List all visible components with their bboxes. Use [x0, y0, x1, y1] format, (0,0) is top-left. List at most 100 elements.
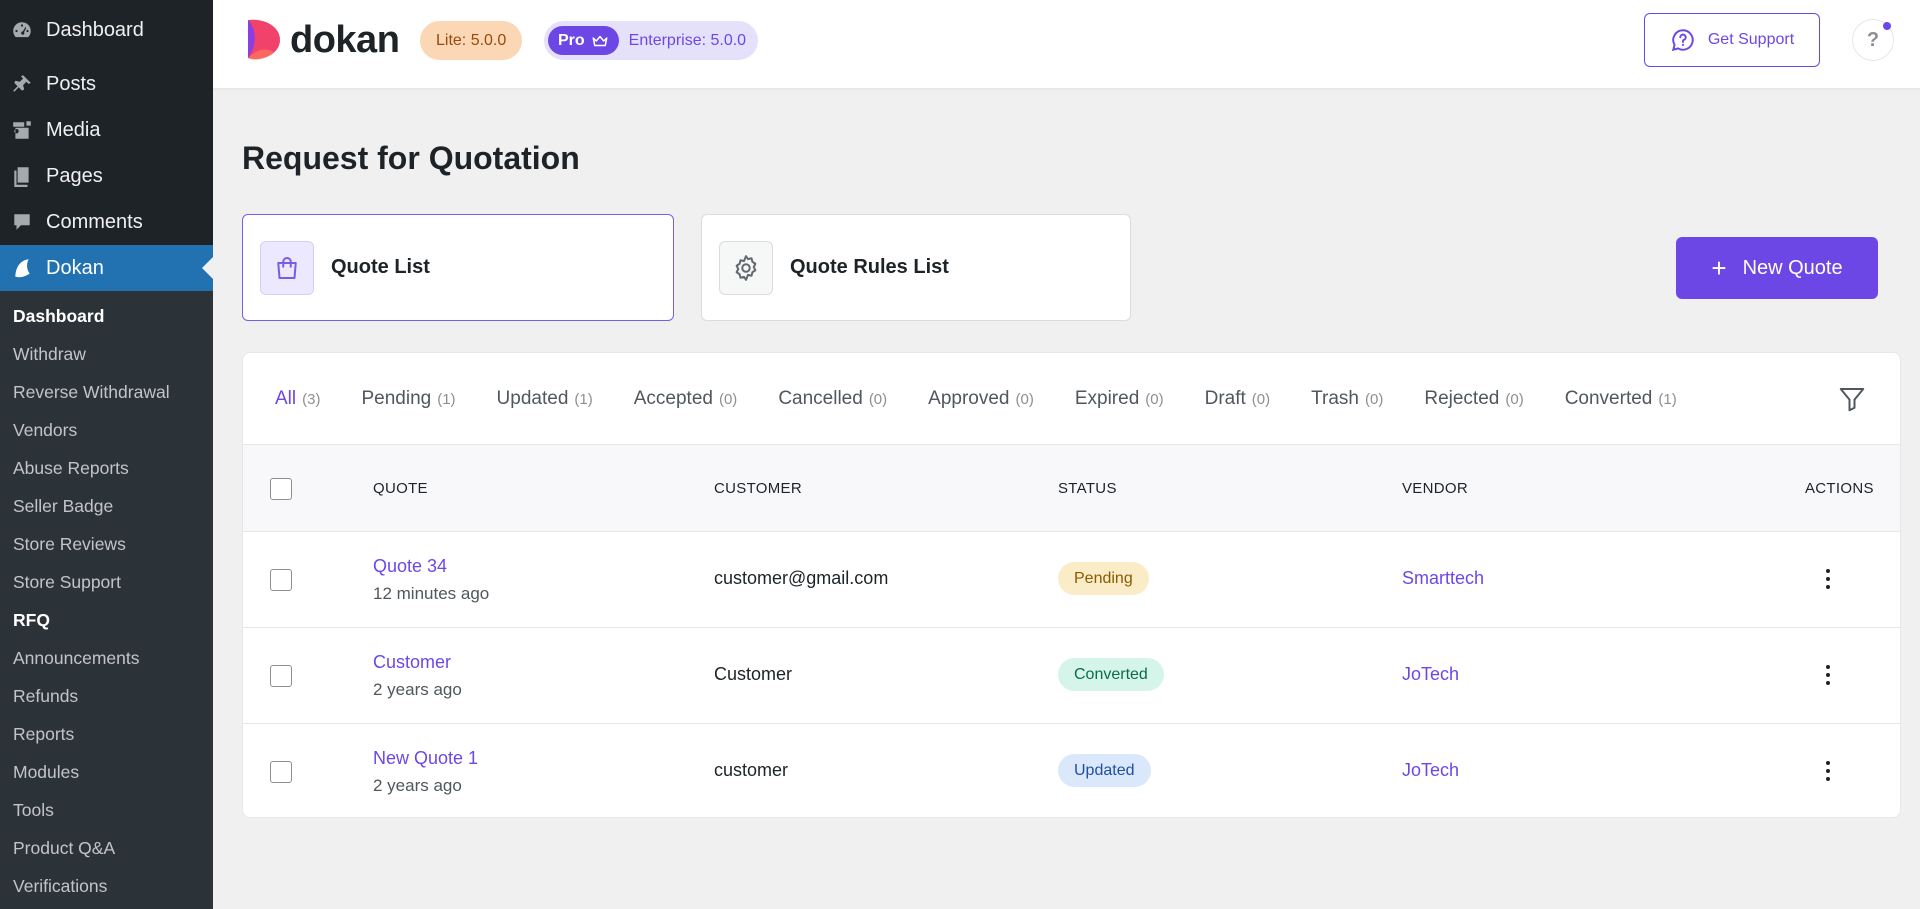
dokan-logo-icon: [244, 18, 282, 62]
enterprise-badge: Enterprise: 5.0.0: [628, 31, 747, 49]
notification-dot: [1883, 22, 1891, 30]
new-quote-label: New Quote: [1742, 256, 1843, 279]
submenu-item-announcements[interactable]: Announcements: [0, 639, 213, 677]
menu-label: Posts: [46, 72, 97, 95]
submenu-item-reverse-withdrawal[interactable]: Reverse Withdrawal: [0, 373, 213, 411]
column-header-actions: ACTIONS: [1805, 480, 1874, 497]
status-badge: Updated: [1058, 754, 1151, 787]
status-filter-rejected[interactable]: Rejected (0): [1424, 388, 1523, 410]
pro-version-badge: Pro Enterprise: 5.0.0: [544, 21, 759, 60]
dokan-logo: dokan: [244, 18, 400, 62]
menu-item-dashboard[interactable]: Dashboard: [0, 0, 213, 61]
status-filter-approved[interactable]: Approved (0): [928, 388, 1034, 410]
help-button[interactable]: ?: [1852, 19, 1894, 61]
column-header-vendor: VENDOR: [1402, 480, 1468, 497]
submenu-item-reports[interactable]: Reports: [0, 715, 213, 753]
lite-version-badge: Lite: 5.0.0: [420, 21, 523, 60]
submenu-item-product-qa[interactable]: Product Q&A: [0, 829, 213, 867]
tab-quote-rules-list[interactable]: Quote Rules List: [701, 214, 1131, 321]
quote-title-link[interactable]: New Quote 1: [373, 748, 478, 769]
comments-icon: [10, 210, 34, 234]
quote-time: 2 years ago: [373, 680, 462, 699]
gear-icon: [719, 240, 773, 295]
menu-item-media[interactable]: Media: [0, 107, 213, 153]
plus-icon: +: [1711, 253, 1727, 283]
admin-sidebar: Dashboard Posts Media Pages Comments Dok…: [0, 0, 213, 909]
table-row: Quote 34 12 minutes ago customer@gmail.c…: [243, 532, 1900, 628]
filter-icon[interactable]: [1837, 384, 1867, 414]
pro-badge: Pro: [548, 26, 619, 55]
column-header-quote: QUOTE: [373, 480, 428, 497]
row-checkbox[interactable]: [270, 569, 292, 591]
question-mark-icon: ?: [1866, 28, 1880, 51]
status-filter-converted[interactable]: Converted (1): [1565, 388, 1677, 410]
get-support-button[interactable]: Get Support: [1644, 13, 1820, 67]
table-header: QUOTE CUSTOMER STATUS VENDOR ACTIONS: [243, 444, 1900, 532]
submenu-item-verifications[interactable]: Verifications: [0, 867, 213, 905]
quote-customer: customer: [714, 760, 789, 780]
new-quote-button[interactable]: + New Quote: [1676, 237, 1878, 299]
quote-time: 12 minutes ago: [373, 584, 490, 603]
media-icon: [10, 118, 34, 142]
page-title: Request for Quotation: [242, 140, 580, 176]
vendor-link[interactable]: JoTech: [1402, 760, 1459, 781]
column-header-status: STATUS: [1058, 480, 1117, 497]
status-badge: Converted: [1058, 658, 1164, 691]
submenu-item-store-support[interactable]: Store Support: [0, 563, 213, 601]
menu-label: Media: [46, 118, 101, 141]
vendor-link[interactable]: JoTech: [1402, 664, 1459, 685]
status-filter-draft[interactable]: Draft (0): [1205, 388, 1271, 410]
submenu-item-refunds[interactable]: Refunds: [0, 677, 213, 715]
column-header-customer: CUSTOMER: [714, 480, 802, 497]
quotes-panel: All (3) Pending (1) Updated (1) Accepted (0)…: [242, 352, 1901, 818]
select-all-checkbox[interactable]: [270, 478, 292, 500]
submenu-item-tools[interactable]: Tools: [0, 791, 213, 829]
menu-item-posts[interactable]: Posts: [0, 61, 213, 107]
menu-item-comments[interactable]: Comments: [0, 199, 213, 245]
tab-label: Quote Rules List: [790, 256, 949, 278]
submenu-item-rfq[interactable]: RFQ: [0, 601, 213, 639]
pages-icon: [10, 164, 34, 188]
pin-icon: [10, 72, 34, 96]
submenu-item-modules[interactable]: Modules: [0, 753, 213, 791]
quote-customer: Customer: [714, 664, 793, 684]
tab-quote-list[interactable]: Quote List: [242, 214, 674, 321]
quote-title-link[interactable]: Quote 34: [373, 556, 447, 577]
submenu-item-seller-badge[interactable]: Seller Badge: [0, 487, 213, 525]
menu-label: Dashboard: [46, 19, 144, 41]
submenu-item-withdraw[interactable]: Withdraw: [0, 335, 213, 373]
crown-icon: [592, 35, 608, 46]
more-actions-icon[interactable]: [1813, 660, 1843, 690]
row-checkbox[interactable]: [270, 761, 292, 783]
quote-customer: customer@gmail.com: [714, 568, 889, 588]
submenu-item-vendors[interactable]: Vendors: [0, 411, 213, 449]
status-filter-expired[interactable]: Expired (0): [1075, 388, 1164, 410]
pro-label: Pro: [558, 31, 585, 49]
row-checkbox[interactable]: [270, 665, 292, 687]
quote-time: 2 years ago: [373, 776, 462, 795]
status-filter-accepted[interactable]: Accepted (0): [634, 388, 738, 410]
vendor-link[interactable]: Smarttech: [1402, 568, 1484, 589]
submenu-item-dashboard[interactable]: Dashboard: [0, 297, 213, 335]
table-row: Customer 2 years ago Customer Converted …: [243, 628, 1900, 724]
menu-item-pages[interactable]: Pages: [0, 153, 213, 199]
submenu-item-abuse-reports[interactable]: Abuse Reports: [0, 449, 213, 487]
menu-label: Comments: [46, 210, 143, 233]
status-filter-cancelled[interactable]: Cancelled (0): [778, 388, 887, 410]
quote-title-link[interactable]: Customer: [373, 652, 451, 673]
status-filter-updated[interactable]: Updated (1): [497, 388, 593, 410]
table-row: New Quote 1 2 years ago customer Updated…: [243, 724, 1900, 817]
more-actions-icon[interactable]: [1813, 564, 1843, 594]
tab-label: Quote List: [331, 256, 430, 278]
status-filter-pending[interactable]: Pending (1): [361, 388, 455, 410]
status-filter-bar: All (3) Pending (1) Updated (1) Accepted (0)…: [243, 353, 1900, 444]
menu-label: Pages: [46, 164, 103, 187]
status-filter-all[interactable]: All (3): [275, 388, 320, 410]
bag-icon: [260, 240, 314, 295]
dokan-submenu: Dashboard Withdraw Reverse Withdrawal Ve…: [0, 291, 213, 909]
status-filter-trash[interactable]: Trash (0): [1311, 388, 1383, 410]
top-header: dokan Lite: 5.0.0 Pro Enterprise: 5.0.0 …: [213, 0, 1920, 89]
menu-item-dokan[interactable]: Dokan: [0, 245, 213, 291]
submenu-item-store-reviews[interactable]: Store Reviews: [0, 525, 213, 563]
more-actions-icon[interactable]: [1813, 756, 1843, 786]
